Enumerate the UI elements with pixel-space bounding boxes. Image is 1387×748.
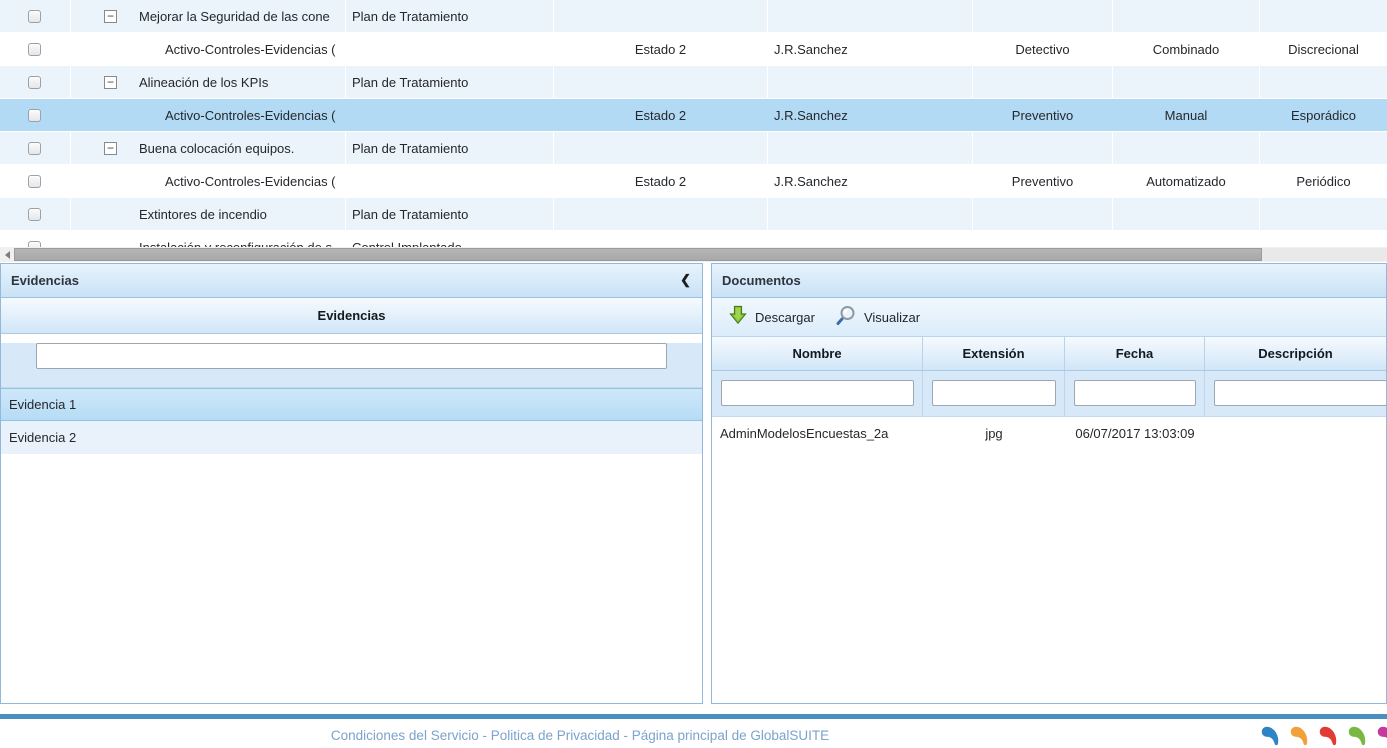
- collapse-row-icon[interactable]: −: [104, 142, 117, 155]
- row-checkbox[interactable]: [28, 10, 41, 23]
- collapse-row-icon[interactable]: −: [104, 76, 117, 89]
- filter-extension-input[interactable]: [932, 380, 1056, 406]
- evidencias-column-header[interactable]: Evidencias: [1, 298, 702, 334]
- column-header-extension[interactable]: Extensión: [923, 337, 1065, 370]
- filter-descripcion-input[interactable]: [1214, 380, 1387, 406]
- controls-grid: − Mejorar la Seguridad de las cone Plan d…: [0, 0, 1387, 247]
- frecuencia-cell: Periódico: [1260, 165, 1387, 197]
- estado2-cell: Estado 2: [554, 99, 768, 131]
- documentos-panel-header: Documentos: [712, 264, 1386, 298]
- collapse-row-icon[interactable]: −: [104, 10, 117, 23]
- evidencias-panel-title: Evidencias: [11, 273, 79, 288]
- filter-fecha-input[interactable]: [1074, 380, 1196, 406]
- modo-cell: Automatizado: [1113, 165, 1260, 197]
- filter-nombre-input[interactable]: [721, 380, 914, 406]
- horizontal-scrollbar[interactable]: [0, 247, 1387, 262]
- documento-nombre: AdminModelosEncuestas_2a: [712, 417, 923, 449]
- estado-cell: Plan de Tratamiento: [346, 198, 554, 230]
- modo-cell: Manual: [1113, 99, 1260, 131]
- evidencias-panel: Evidencias ❮ Evidencias Evidencia 1 Evid…: [0, 263, 703, 704]
- row-checkbox[interactable]: [28, 142, 41, 155]
- descargar-label: Descargar: [755, 310, 815, 325]
- evidencias-panel-header: Evidencias ❮: [1, 264, 702, 298]
- estado-cell: Plan de Tratamiento: [346, 132, 554, 164]
- scrollbar-thumb[interactable]: [14, 248, 1262, 261]
- row-checkbox[interactable]: [28, 208, 41, 221]
- responsable-cell: J.R.Sanchez: [768, 99, 973, 131]
- row-checkbox[interactable]: [28, 175, 41, 188]
- scroll-left-icon: [5, 251, 10, 259]
- share-icon[interactable]: [1316, 722, 1342, 748]
- row-checkbox[interactable]: [28, 109, 41, 122]
- estado-cell: Control Implantado: [346, 231, 554, 247]
- modo-cell: Combinado: [1113, 33, 1260, 65]
- evidencias-filter-row: [1, 343, 702, 388]
- collapse-panel-icon[interactable]: ❮: [680, 272, 691, 288]
- documentos-panel-title: Documentos: [722, 273, 801, 288]
- row-checkbox[interactable]: [28, 43, 41, 56]
- grid-row-parent[interactable]: − Mejorar la Seguridad de las cone Plan d…: [0, 0, 1387, 33]
- documento-fecha: 06/07/2017 13:03:09: [1065, 417, 1205, 449]
- column-header-fecha[interactable]: Fecha: [1065, 337, 1205, 370]
- control-name: Activo-Controles-Evidencias (: [71, 165, 346, 197]
- evidencias-filter-input[interactable]: [36, 343, 667, 369]
- control-name: Activo-Controles-Evidencias (: [71, 99, 346, 131]
- documento-row[interactable]: AdminModelosEncuestas_2a jpg 06/07/2017 …: [712, 417, 1386, 449]
- estado2-cell: Estado 2: [554, 165, 768, 197]
- footer-links[interactable]: Condiciones del Servicio - Politica de P…: [331, 728, 829, 743]
- responsable-cell: J.R.Sanchez: [768, 33, 973, 65]
- control-name: Instalación y reconfiguración de s: [139, 240, 332, 248]
- estado-cell: Plan de Tratamiento: [346, 0, 554, 32]
- grid-row-parent[interactable]: Extintores de incendio Plan de Tratamien…: [0, 198, 1387, 231]
- grid-row-parent[interactable]: − Alineación de los KPIs Plan de Tratamie…: [0, 66, 1387, 99]
- scrollbar-track[interactable]: [1262, 248, 1387, 261]
- share-icon[interactable]: [1258, 722, 1284, 748]
- grid-row-parent[interactable]: Instalación y reconfiguración de s Contr…: [0, 231, 1387, 247]
- tipo-cell: Preventivo: [973, 165, 1113, 197]
- control-name: Alineación de los KPIs: [139, 75, 268, 90]
- tipo-cell: Preventivo: [973, 99, 1113, 131]
- documentos-toolbar: Descargar Visualizar: [712, 298, 1386, 337]
- documentos-panel: Documentos Descargar: [711, 263, 1387, 704]
- estado-cell: Plan de Tratamiento: [346, 66, 554, 98]
- scroll-left-button[interactable]: [0, 247, 14, 262]
- visualizar-label: Visualizar: [864, 310, 920, 325]
- grid-row-child[interactable]: Activo-Controles-Evidencias ( Estado 2 J…: [0, 33, 1387, 66]
- download-icon: [729, 305, 747, 329]
- footer-divider-bar: [0, 714, 1387, 719]
- responsable-cell: J.R.Sanchez: [768, 165, 973, 197]
- grid-row-child-selected[interactable]: Activo-Controles-Evidencias ( Estado 2 J…: [0, 99, 1387, 132]
- share-icon[interactable]: [1374, 722, 1387, 748]
- control-name: Buena colocación equipos.: [139, 141, 294, 156]
- estado2-cell: Estado 2: [554, 33, 768, 65]
- control-name: Extintores de incendio: [139, 207, 267, 222]
- share-icon[interactable]: [1345, 722, 1371, 748]
- control-name: Mejorar la Seguridad de las cone: [139, 9, 330, 24]
- grid-row-child[interactable]: Activo-Controles-Evidencias ( Estado 2 J…: [0, 165, 1387, 198]
- frecuencia-cell: Discrecional: [1260, 33, 1387, 65]
- control-name: Activo-Controles-Evidencias (: [71, 33, 346, 65]
- evidencia-list-item-selected[interactable]: Evidencia 1: [1, 388, 702, 421]
- app-window: − Mejorar la Seguridad de las cone Plan d…: [0, 0, 1387, 748]
- documento-extension: jpg: [923, 417, 1065, 449]
- share-icon[interactable]: [1287, 722, 1313, 748]
- visualizar-button[interactable]: Visualizar: [835, 305, 920, 329]
- grid-row-parent[interactable]: − Buena colocación equipos. Plan de Trata…: [0, 132, 1387, 165]
- documentos-filter-row: [712, 371, 1386, 417]
- magnifier-icon: [835, 305, 856, 329]
- documentos-table-header: Nombre Extensión Fecha Descripción: [712, 337, 1386, 371]
- evidencia-list-item[interactable]: Evidencia 2: [1, 421, 702, 454]
- frecuencia-cell: Esporádico: [1260, 99, 1387, 131]
- tipo-cell: Detectivo: [973, 33, 1113, 65]
- column-header-descripcion[interactable]: Descripción: [1205, 337, 1386, 370]
- documento-descripcion: [1205, 417, 1386, 449]
- descargar-button[interactable]: Descargar: [729, 305, 815, 329]
- column-header-nombre[interactable]: Nombre: [712, 337, 923, 370]
- row-checkbox[interactable]: [28, 76, 41, 89]
